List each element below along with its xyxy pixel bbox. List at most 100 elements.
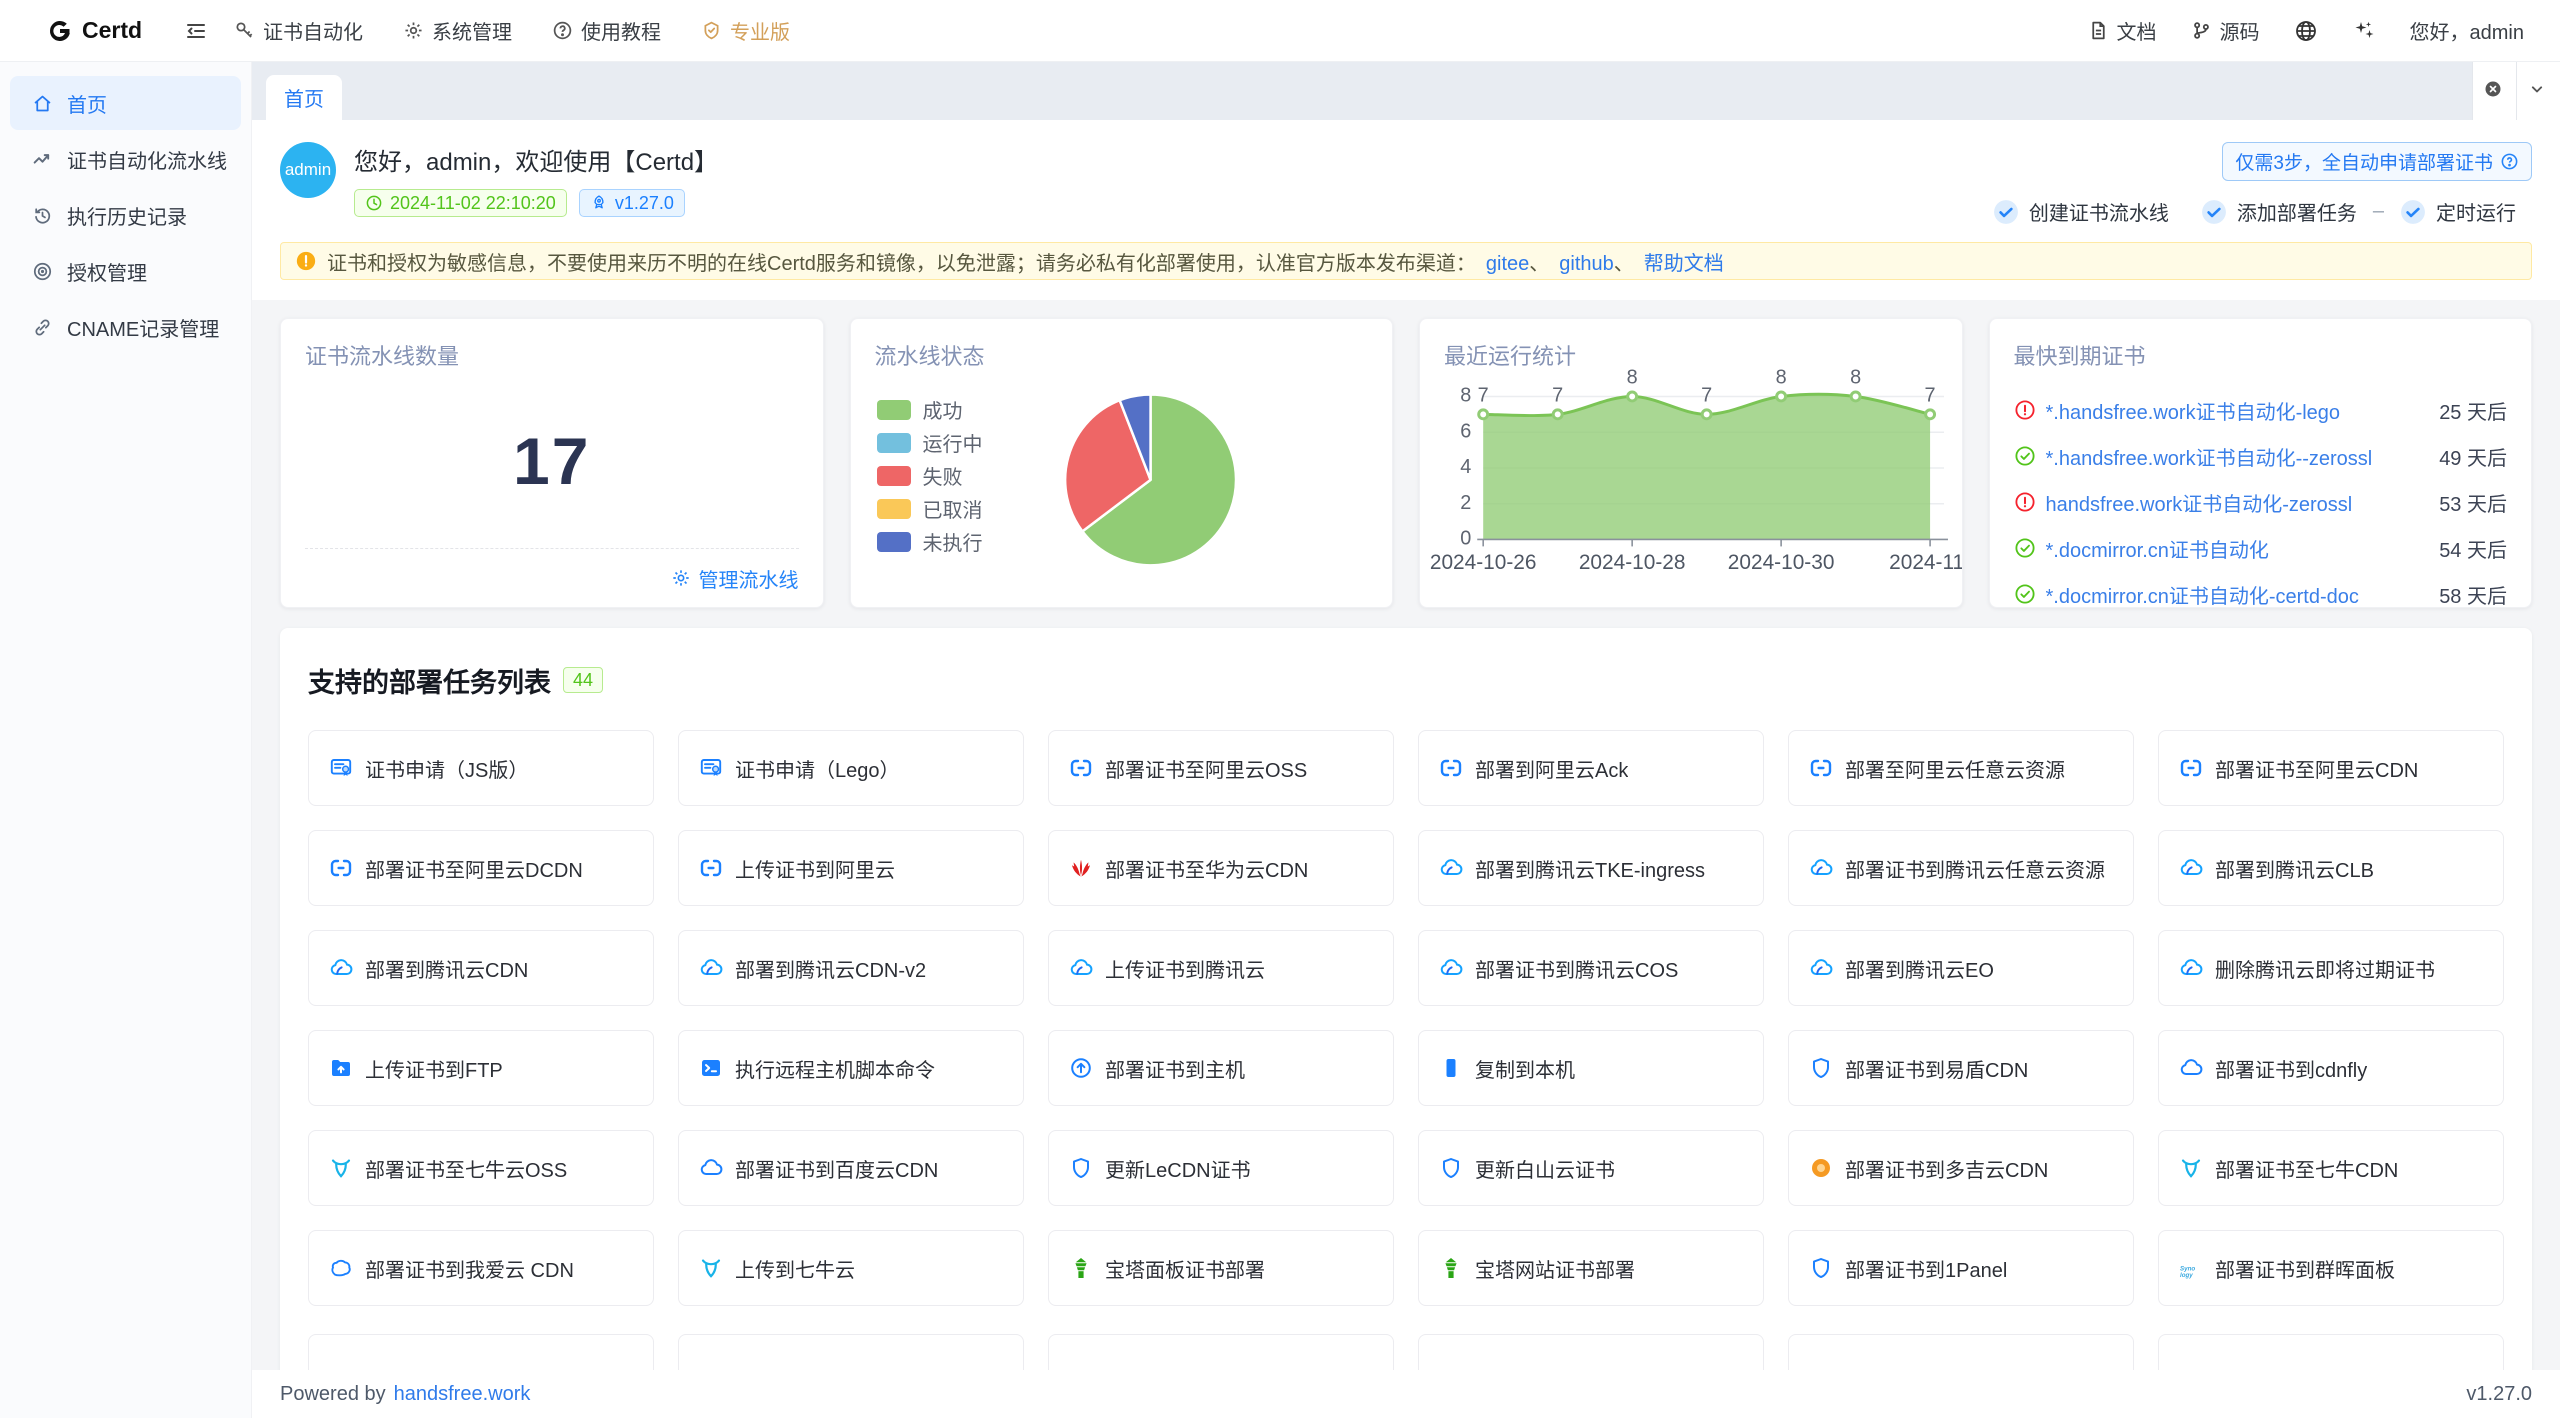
avatar[interactable]: admin (280, 142, 336, 198)
version-badge: v1.27.0 (579, 189, 685, 217)
tab-menu-button[interactable] (2516, 62, 2560, 120)
alert-link[interactable]: 帮助文档 (1644, 253, 1724, 275)
close-tabs-button[interactable] (2472, 62, 2516, 120)
top-nav-item[interactable]: 证书自动化 (234, 16, 363, 45)
sidebar-item[interactable]: CNAME记录管理 (10, 300, 241, 354)
task-card[interactable]: 执行远程主机脚本命令 (678, 1030, 1024, 1106)
task-card[interactable]: 部署到阿里云Ack (1418, 730, 1764, 806)
top-nav-item[interactable]: 使用教程 (552, 16, 661, 45)
alert-link[interactable]: github (1559, 253, 1614, 275)
cert-name-link[interactable]: *.handsfree.work证书自动化-lego (2046, 396, 2420, 425)
history-icon (32, 205, 53, 226)
legend-item[interactable]: 已取消 (877, 492, 983, 525)
legend-item[interactable]: 失败 (877, 459, 983, 492)
task-card[interactable]: 宝塔网站证书部署 (1418, 1230, 1764, 1306)
task-card[interactable]: 部署证书到易盾CDN (1788, 1030, 2134, 1106)
task-card[interactable]: 部署证书到腾讯云COS (1418, 930, 1764, 1006)
aliyun-icon (329, 856, 353, 880)
task-card[interactable]: 证书申请（Lego） (678, 730, 1024, 806)
cname-icon (32, 317, 53, 338)
task-card[interactable]: 部署到腾讯云TKE-ingress (1418, 830, 1764, 906)
legend-item[interactable]: 成功 (877, 393, 983, 426)
cert-name-link[interactable]: handsfree.work证书自动化-zerossl (2046, 488, 2420, 517)
cert-name-link[interactable]: *.docmirror.cn证书自动化 (2046, 534, 2420, 563)
aliyun-icon (1069, 756, 1093, 780)
gear-icon (671, 568, 691, 588)
task-card[interactable]: 部署证书到多吉云CDN (1788, 1130, 2134, 1206)
tencent-icon (2179, 956, 2203, 980)
task-card[interactable]: 部署证书到腾讯云任意云资源 (1788, 830, 2134, 906)
task-card[interactable]: 宝塔面板证书部署 (1048, 1230, 1394, 1306)
legend-item[interactable]: 运行中 (877, 426, 983, 459)
top-nav-item[interactable]: 系统管理 (403, 16, 512, 45)
task-card[interactable]: 部署证书至七牛CDN (2158, 1130, 2504, 1206)
legend-item[interactable]: 未执行 (877, 525, 983, 558)
handsfree-link[interactable]: handsfree.work (394, 1383, 531, 1406)
tencent-icon (1069, 956, 1093, 980)
sidebar-item[interactable]: 授权管理 (10, 244, 241, 298)
task-card[interactable] (1048, 1334, 1394, 1370)
manage-pipelines-link[interactable]: 管理流水线 (305, 549, 799, 607)
sidebar-item[interactable]: 证书自动化流水线 (10, 132, 241, 186)
task-card[interactable]: 部署证书到1Panel (1788, 1230, 2134, 1306)
alert-link[interactable]: gitee (1486, 253, 1529, 275)
task-card[interactable]: 上传到七牛云 (678, 1230, 1024, 1306)
three-steps-badge[interactable]: 仅需3步，全自动申请部署证书 (2222, 142, 2532, 181)
menu-fold-icon[interactable] (184, 19, 208, 43)
task-card[interactable]: 上传证书到腾讯云 (1048, 930, 1394, 1006)
cert-name-link[interactable]: *.docmirror.cn证书自动化-certd-doc (2046, 580, 2420, 609)
top-nav-item[interactable]: 专业版 (701, 16, 790, 45)
task-card[interactable] (678, 1334, 1024, 1370)
task-card[interactable]: 更新LeCDN证书 (1048, 1130, 1394, 1206)
docs-link[interactable]: 文档 (2088, 16, 2157, 45)
task-card[interactable]: 部署证书到cdnfly (2158, 1030, 2504, 1106)
svg-text:7: 7 (1925, 384, 1936, 406)
svg-text:logy: logy (2180, 1272, 2193, 1279)
task-card[interactable] (308, 1334, 654, 1370)
task-card[interactable]: 部署到腾讯云EO (1788, 930, 2134, 1006)
check-circle-blue-icon (2400, 199, 2426, 225)
task-card[interactable]: 部署证书到百度云CDN (678, 1130, 1024, 1206)
main-area: 首页 admin 您好，admin，欢迎使用【Certd】 (252, 62, 2560, 1418)
task-card[interactable]: 部署证书到我爱云 CDN (308, 1230, 654, 1306)
theme-sparkles-icon[interactable] (2352, 19, 2376, 43)
user-menu[interactable]: 您好，admin (2410, 16, 2524, 45)
task-card[interactable] (1418, 1334, 1764, 1370)
task-card[interactable]: 部署到腾讯云CDN-v2 (678, 930, 1024, 1006)
task-card[interactable]: Synology 部署证书到群晖面板 (2158, 1230, 2504, 1306)
app-logo[interactable]: Certd (48, 17, 168, 44)
task-card[interactable]: 部署到腾讯云CDN (308, 930, 654, 1006)
ok-circle-icon (2014, 583, 2036, 605)
cloud-icon (699, 1156, 723, 1180)
task-card[interactable]: 上传证书到FTP (308, 1030, 654, 1106)
task-card[interactable]: 部署证书到主机 (1048, 1030, 1394, 1106)
sidebar-item[interactable]: 执行历史记录 (10, 188, 241, 242)
vip-icon (701, 20, 722, 41)
task-card[interactable] (1788, 1334, 2134, 1370)
task-card[interactable]: 部署至阿里云任意云资源 (1788, 730, 2134, 806)
task-card[interactable]: 删除腾讯云即将过期证书 (2158, 930, 2504, 1006)
task-card[interactable]: 部署证书至阿里云CDN (2158, 730, 2504, 806)
source-code-link[interactable]: 源码 (2191, 16, 2260, 45)
task-card[interactable]: 证书申请（JS版） (308, 730, 654, 806)
sidebar-item[interactable]: 首页 (10, 76, 241, 130)
task-card[interactable]: 部署到腾讯云CLB (2158, 830, 2504, 906)
task-card[interactable]: 部署证书至华为云CDN (1048, 830, 1394, 906)
task-card[interactable]: 更新白山云证书 (1418, 1130, 1764, 1206)
security-alert: 证书和授权为敏感信息，不要使用来历不明的在线Certd服务和镜像，以免泄露；请务… (280, 242, 2532, 280)
task-card[interactable]: 部署证书至七牛云OSS (308, 1130, 654, 1206)
card-title: 最近运行统计 (1444, 339, 1938, 371)
language-globe-icon[interactable] (2294, 19, 2318, 43)
task-card[interactable]: 部署证书至阿里云DCDN (308, 830, 654, 906)
shield-icon (1439, 1156, 1463, 1180)
task-card[interactable]: 复制到本机 (1418, 1030, 1764, 1106)
warn-circle-icon (2014, 491, 2036, 513)
tab-home[interactable]: 首页 (266, 75, 342, 120)
task-card[interactable]: 上传证书到阿里云 (678, 830, 1024, 906)
recent-runs-card: 最近运行统计 024682024-10-262024-10-282024-10-… (1419, 318, 1963, 608)
task-card[interactable]: 部署证书至阿里云OSS (1048, 730, 1394, 806)
cert-name-link[interactable]: *.handsfree.work证书自动化--zerossl (2046, 442, 2420, 471)
svg-text:7: 7 (1701, 384, 1712, 406)
task-card[interactable] (2158, 1334, 2504, 1370)
aliyun-icon (1439, 756, 1463, 780)
